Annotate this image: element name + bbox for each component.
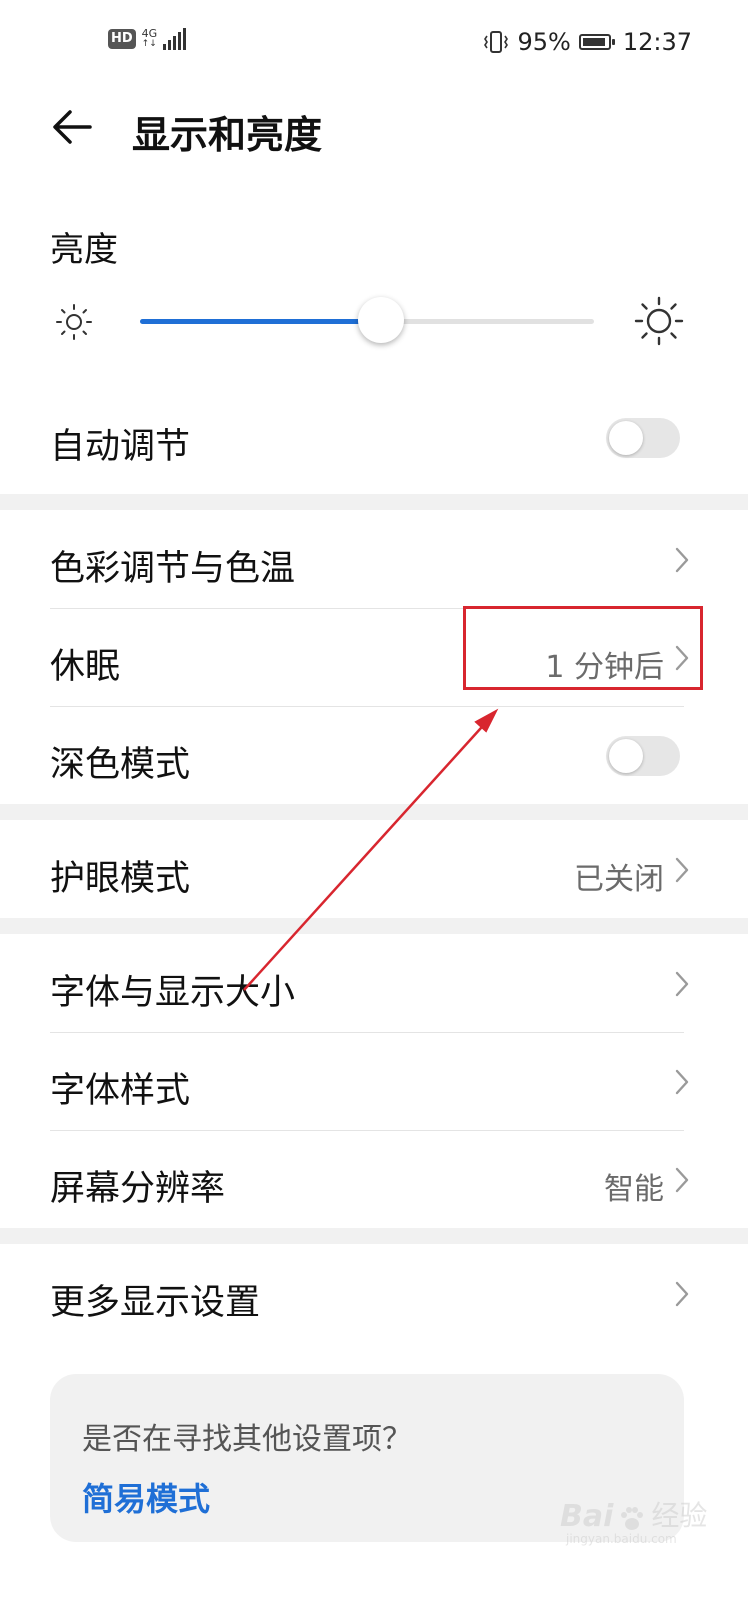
status-left: HD 4G ↑↓ <box>108 28 187 50</box>
dark-mode-label: 深色模式 <box>50 745 191 785</box>
row-auto-adjust[interactable]: 自动调节 <box>0 408 748 468</box>
section-divider <box>0 494 748 510</box>
chevron-right-icon <box>675 1281 689 1307</box>
brightness-slider[interactable] <box>140 297 594 343</box>
signal-icon <box>163 28 187 50</box>
row-color-temperature[interactable]: 色彩调节与色温 <box>0 530 748 590</box>
screen-resolution-label: 屏幕分辨率 <box>50 1169 226 1209</box>
page-title: 显示和亮度 <box>132 113 323 157</box>
screen-resolution-value: 智能 <box>604 1172 664 1207</box>
section-divider <box>0 1228 748 1244</box>
row-more-display-settings[interactable]: 更多显示设置 <box>0 1264 748 1324</box>
row-divider <box>50 706 684 707</box>
row-font-display-size[interactable]: 字体与显示大小 <box>0 954 748 1014</box>
simple-mode-link[interactable]: 简易模式 <box>82 1474 210 1520</box>
chevron-right-icon <box>675 1167 689 1193</box>
section-divider <box>0 918 748 934</box>
chevron-right-icon <box>675 547 689 573</box>
watermark: Bai 经验 jingyan.baidu.com <box>560 1494 708 1546</box>
watermark-url: jingyan.baidu.com <box>566 1532 677 1546</box>
eye-comfort-value: 已关闭 <box>574 862 664 897</box>
sun-small-icon <box>56 304 92 340</box>
toggle-knob <box>609 739 643 773</box>
row-dark-mode[interactable]: 深色模式 <box>0 726 748 786</box>
status-bar: HD 4G ↑↓ 95% 12:37 <box>0 0 748 84</box>
network-label: 4G <box>141 27 158 40</box>
row-screen-resolution[interactable]: 屏幕分辨率 智能 <box>0 1150 748 1210</box>
brightness-slider-fill <box>140 319 381 324</box>
app-header: 显示和亮度 <box>0 84 748 174</box>
battery-icon <box>578 34 615 50</box>
chevron-right-icon <box>675 1069 689 1095</box>
status-right: 95% 12:37 <box>483 28 692 56</box>
row-divider <box>50 1032 684 1033</box>
font-display-size-label: 字体与显示大小 <box>50 973 296 1013</box>
sun-large-icon <box>634 296 684 346</box>
more-display-settings-label: 更多显示设置 <box>50 1283 261 1323</box>
chevron-right-icon <box>675 971 689 997</box>
section-divider <box>0 804 748 820</box>
clock: 12:37 <box>622 28 692 56</box>
sleep-label: 休眠 <box>50 647 121 687</box>
arrow-left-icon[interactable] <box>48 102 98 152</box>
hd-badge: HD <box>108 29 136 49</box>
watermark-suffix: 经验 <box>651 1499 708 1532</box>
network-type: 4G ↑↓ <box>142 28 158 50</box>
row-divider <box>50 1130 684 1131</box>
battery-percent: 95% <box>517 28 571 56</box>
watermark-brand: Bai <box>560 1499 614 1534</box>
row-font-style[interactable]: 字体样式 <box>0 1052 748 1112</box>
color-temperature-label: 色彩调节与色温 <box>50 549 296 589</box>
brightness-label: 亮度 <box>50 230 118 270</box>
annotation-highlight-box <box>463 606 703 690</box>
toggle-knob <box>609 421 643 455</box>
font-style-label: 字体样式 <box>50 1071 191 1111</box>
data-arrows-icon: ↑↓ <box>141 39 157 49</box>
brightness-slider-thumb[interactable] <box>357 297 404 343</box>
vibrate-icon <box>484 31 509 53</box>
eye-comfort-label: 护眼模式 <box>50 859 191 899</box>
suggestion-question: 是否在寻找其他设置项？ <box>82 1422 412 1457</box>
auto-adjust-label: 自动调节 <box>50 427 191 467</box>
paw-icon <box>621 1507 644 1530</box>
dark-mode-toggle[interactable] <box>606 736 680 776</box>
auto-adjust-toggle[interactable] <box>606 418 680 458</box>
row-eye-comfort[interactable]: 护眼模式 已关闭 <box>0 840 748 900</box>
chevron-right-icon <box>675 857 689 883</box>
